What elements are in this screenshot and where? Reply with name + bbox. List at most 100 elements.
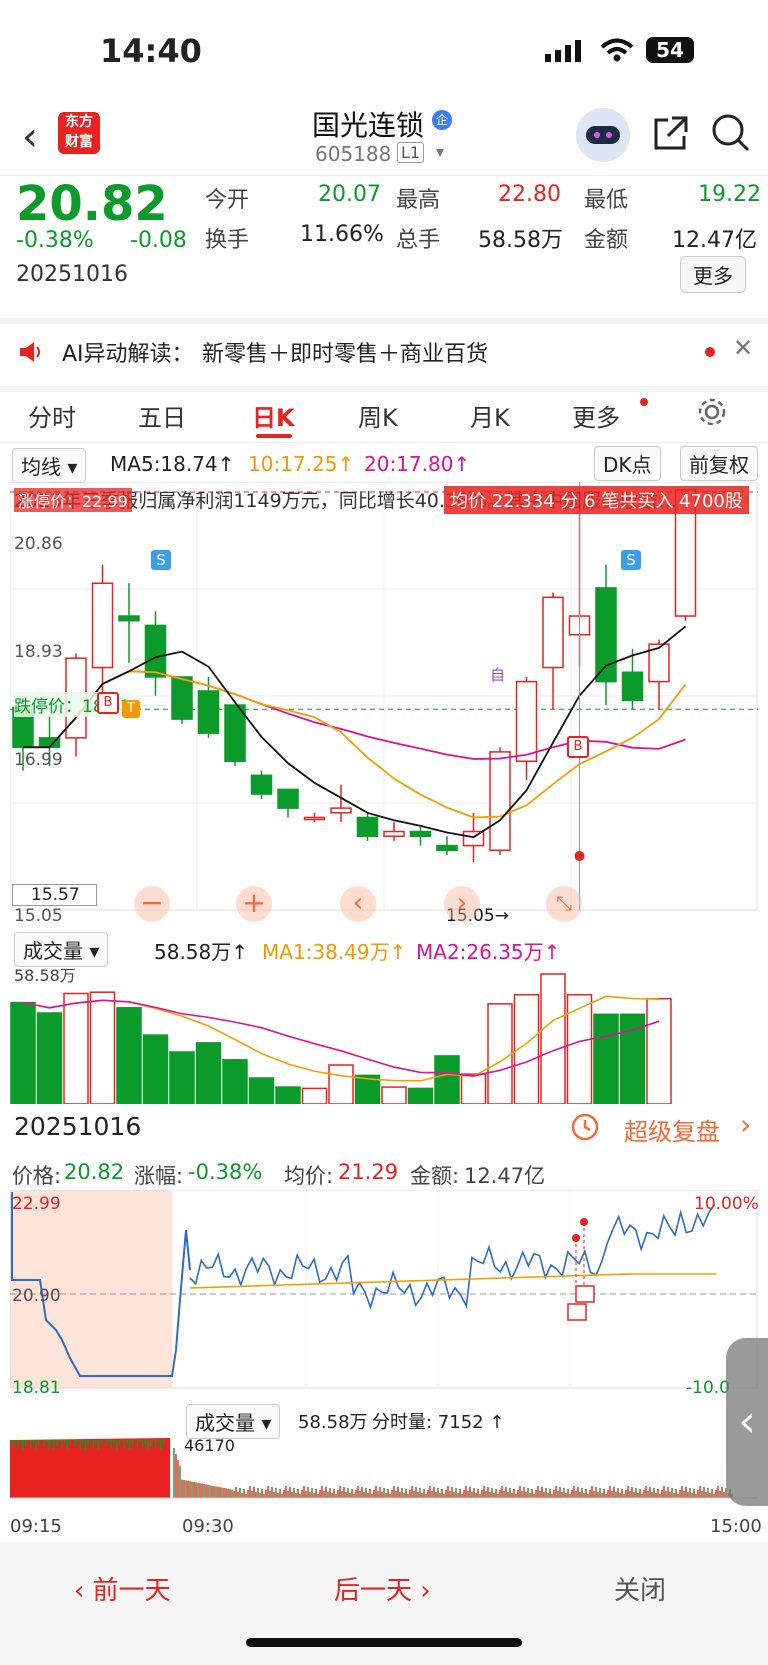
tab-intraday[interactable]: 分时	[28, 398, 76, 433]
volume-max-label: 58.58万	[14, 966, 76, 985]
stat-label-volume: 总手	[396, 228, 441, 253]
status-bar: 14:40 54	[0, 0, 768, 100]
selected-date: 20251016	[14, 1112, 142, 1141]
settings-icon[interactable]	[696, 396, 728, 432]
volume-ma2: MA2:26.35万↑	[416, 940, 561, 964]
tab-monthly-k[interactable]: 月K	[470, 398, 510, 433]
intraday-price-line	[189, 1204, 716, 1310]
time-end: 15:00	[710, 1516, 762, 1537]
volume-bar	[275, 1086, 301, 1104]
volume-legend: 成交量 ▾ 58.58万↑ MA1:38.49万↑ MA2:26.35万↑	[0, 930, 768, 967]
stat-value-open: 20.07	[318, 182, 381, 207]
time-open: 09:30	[182, 1516, 234, 1537]
back-icon[interactable]: ‹	[22, 114, 38, 160]
share-icon[interactable]	[650, 114, 690, 158]
candle-body	[542, 596, 564, 669]
crosshair-price: 15.57	[12, 884, 97, 906]
scroll-right-button[interactable]: ›	[444, 886, 480, 922]
volume-bar	[116, 1007, 142, 1104]
last-price: 20.82	[16, 176, 168, 232]
stat-label-high: 最高	[396, 188, 441, 213]
intraday-mid: 20.90	[12, 1286, 61, 1306]
indicator-selector[interactable]: 均线 ▾	[12, 448, 87, 483]
candle-body	[144, 624, 167, 678]
zoom-in-button[interactable]: +	[236, 886, 272, 922]
volume-bar	[646, 997, 672, 1104]
intraday-high: 22.99	[12, 1194, 61, 1214]
volume-bar	[142, 1034, 169, 1104]
buy-signal-marker-2[interactable]: B	[567, 736, 589, 758]
volume-bar	[248, 1077, 275, 1104]
crosshair-dot	[574, 851, 585, 861]
selected-date-bar: 20251016 超级复盘 ›	[0, 1104, 768, 1154]
sell-signal-marker-2[interactable]: S	[621, 550, 641, 570]
level-badge[interactable]: L1	[397, 142, 425, 163]
prev-day-button[interactable]: ‹ 前一天	[74, 1570, 171, 1607]
buy-badge	[575, 1285, 595, 1303]
quote-date: 20251016	[16, 262, 128, 287]
ai-avatar[interactable]	[576, 108, 630, 162]
dropdown-icon[interactable]: ▾	[436, 142, 444, 161]
volume-bar	[460, 1073, 487, 1104]
volume-bar	[195, 1042, 222, 1104]
sell-signal-marker[interactable]: S	[151, 550, 171, 570]
y-tick-2: 16.99	[14, 750, 63, 770]
close-banner-icon[interactable]: ✕	[733, 334, 753, 362]
side-drawer-handle[interactable]: ‹	[726, 1338, 768, 1506]
ai-banner[interactable]: AI异动解读： 新零售＋即时零售＋商业百货 ✕	[0, 318, 768, 392]
intraday-volume-total: 58.58万	[298, 1412, 368, 1433]
stat-value-turnover: 11.66%	[300, 222, 384, 247]
candle-body	[515, 680, 538, 763]
home-indicator	[246, 1638, 522, 1647]
volume-bar	[566, 994, 593, 1104]
intraday-volume-selector-label: 成交量	[195, 1411, 255, 1435]
intraday-volume-selector[interactable]: 成交量 ▾	[186, 1404, 281, 1439]
search-icon[interactable]	[710, 112, 752, 158]
buy-badge	[567, 1303, 587, 1321]
intraday-chart[interactable]: 22.99 20.90 18.81 10.00% -10.0	[10, 1190, 759, 1402]
close-button[interactable]: 关闭	[614, 1570, 666, 1607]
volume-bar	[36, 1012, 63, 1104]
zoom-out-button[interactable]: −	[134, 886, 170, 922]
super-review-link[interactable]: 超级复盘	[624, 1112, 720, 1147]
tab-daily-k[interactable]: 日K	[252, 398, 295, 433]
change-value: -0.08	[130, 228, 187, 253]
limit-up-label: 涨停价：22.99	[14, 488, 132, 512]
ma5-value: MA5:18.74↑	[110, 452, 235, 476]
signal-icon	[545, 40, 585, 62]
history-icon[interactable]	[570, 1112, 600, 1146]
buy-signal-marker[interactable]: B	[97, 692, 119, 714]
y-tick-1: 18.93	[14, 642, 63, 662]
tab-weekly-k[interactable]: 周K	[358, 398, 398, 433]
volume-bar	[169, 1051, 195, 1104]
next-day-button[interactable]: 后一天 ›	[334, 1570, 431, 1607]
t-signal-marker[interactable]: T	[122, 700, 140, 718]
stat-value-amount: 12.47亿	[672, 228, 757, 253]
more-button[interactable]: 更多	[680, 256, 746, 293]
intraday-pct-high: 10.00%	[694, 1194, 759, 1214]
price-value: 20.82	[64, 1160, 125, 1184]
volume-bar	[407, 1087, 434, 1104]
volume-bar	[222, 1059, 248, 1104]
intraday-minute-volume: 分时量: 7152 ↑	[372, 1412, 505, 1433]
wifi-icon	[600, 38, 634, 66]
expand-icon[interactable]: ⤡	[546, 886, 582, 922]
tab-five-day[interactable]: 五日	[138, 398, 186, 433]
change-percent: -0.38%	[16, 228, 94, 253]
amount-value: 12.47亿	[464, 1164, 546, 1188]
chevron-right-icon[interactable]: ›	[740, 1108, 751, 1141]
volume-bar	[540, 973, 566, 1104]
kline-chart[interactable]: 2025年三季报归属净利润1149万元，同比增长40.36%。其中中国服务收益……	[10, 482, 758, 930]
new-dot	[640, 398, 648, 406]
dk-point-button[interactable]: DK点	[594, 446, 661, 481]
candle-body	[409, 830, 432, 837]
intraday-volume-peak: 46170	[184, 1436, 235, 1455]
adjust-button[interactable]: 前复权	[680, 446, 758, 481]
indicator-selector-label: 均线	[21, 455, 61, 479]
battery-icon: 54	[646, 37, 694, 63]
intraday-volume-chart[interactable]: 46170	[10, 1436, 758, 1506]
volume-bar	[328, 1064, 354, 1104]
tab-more[interactable]: 更多	[572, 398, 620, 433]
scroll-left-button[interactable]: ‹	[340, 886, 376, 922]
volume-chart[interactable]: 58.58万	[10, 962, 758, 1104]
